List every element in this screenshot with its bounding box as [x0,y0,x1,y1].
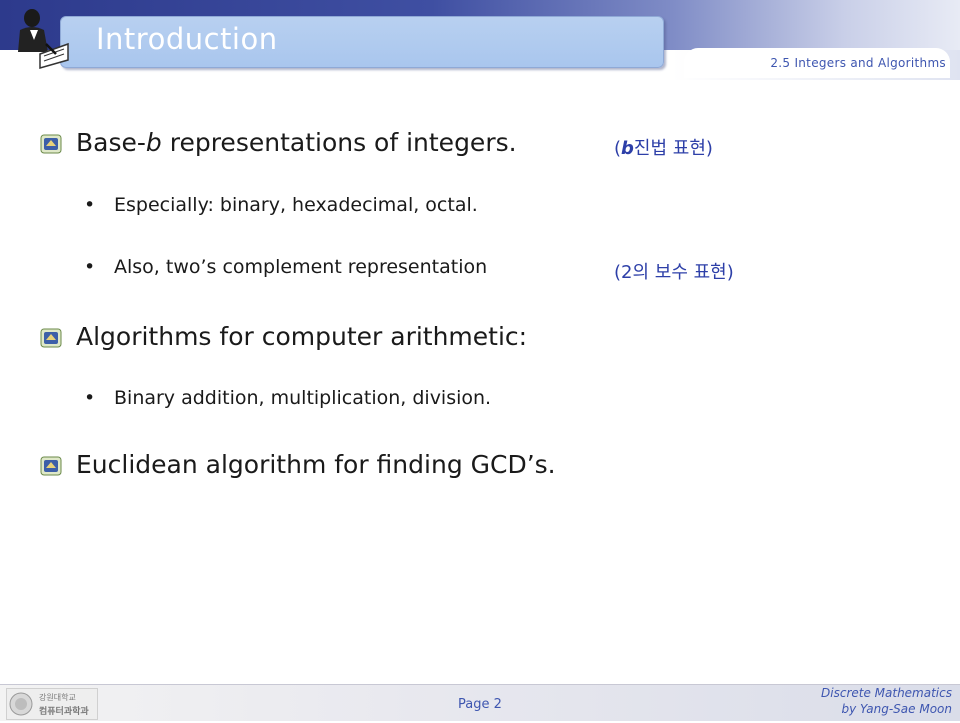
logo-text-1: 강원대학교 [39,693,76,702]
note-var: b [621,138,634,159]
university-emblem-icon [40,328,62,348]
note-open: ( [614,138,622,159]
author-credit: by Yang-Sae Moon [841,702,952,716]
korean-note-twos-complement: (2의 보수 표현) [614,262,734,283]
university-emblem-icon [40,134,62,154]
logo-text-2: 컴퓨터과학과 [39,707,89,717]
korean-note-base-b: (b진법 표현) [614,134,713,160]
sub-bullet-text: Especially: binary, hexadecimal, octal. [114,194,478,216]
sub-bullet-text: Also, two’s complement representation [114,256,488,278]
sub-bullet-text: Binary addition, multiplication, divisio… [114,387,492,409]
page-title: Introduction [96,22,278,56]
university-logo: 강원대학교 컴퓨터과학과 [6,688,98,720]
university-emblem-icon [40,456,62,476]
bullet-dot: • [84,194,96,216]
bullet-text-suffix: representations of integers. [161,128,517,157]
person-writing-icon [18,9,69,69]
bullet-text: Algorithms for computer arithmetic: [76,322,528,351]
bullet-text-prefix: Base- [76,128,146,157]
bullet-dot: • [84,256,96,278]
bullet-text: Euclidean algorithm for finding GCD’s. [76,450,556,479]
note-text: 진법 표현) [633,138,713,159]
bullet-dot: • [84,387,96,409]
bullet-text-var: b [145,128,162,157]
course-name: Discrete Mathematics [821,686,952,700]
page-number: Page 2 [458,697,502,712]
section-subtitle: 2.5 Integers and Algorithms [770,56,946,70]
